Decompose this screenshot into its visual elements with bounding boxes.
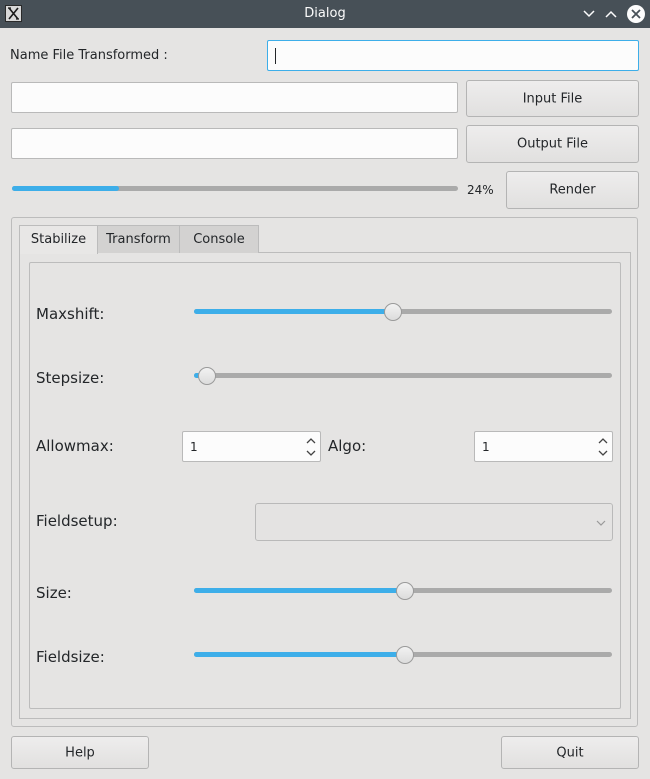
fieldsize-label: Fieldsize: xyxy=(36,648,105,666)
spin-arrows-icon[interactable] xyxy=(305,435,317,459)
input-file-button-label: Input File xyxy=(522,91,583,106)
tab-stabilize[interactable]: Stabilize xyxy=(19,225,98,254)
allowmax-label: Allowmax: xyxy=(36,437,114,455)
help-button-label: Help xyxy=(65,745,95,760)
fieldsize-slider-handle[interactable] xyxy=(396,646,414,664)
input-file-path[interactable] xyxy=(11,82,458,113)
minimize-icon[interactable] xyxy=(581,6,597,22)
maxshift-slider[interactable] xyxy=(194,309,612,314)
tab-stabilize-label: Stabilize xyxy=(30,232,87,247)
stepsize-slider[interactable] xyxy=(194,373,612,378)
size-slider-handle[interactable] xyxy=(396,582,414,600)
help-button[interactable]: Help xyxy=(11,736,149,769)
fieldsetup-combobox[interactable] xyxy=(255,503,613,541)
stepsize-slider-handle[interactable] xyxy=(198,367,216,385)
tab-console[interactable]: Console xyxy=(179,225,259,253)
render-button[interactable]: Render xyxy=(506,171,639,209)
allowmax-value: 1 xyxy=(190,440,198,454)
name-file-label: Name File Transformed : xyxy=(10,48,168,63)
output-file-button[interactable]: Output File xyxy=(466,125,639,163)
spin-arrows-icon[interactable] xyxy=(597,435,609,459)
tab-transform[interactable]: Transform xyxy=(97,225,180,253)
input-file-button[interactable]: Input File xyxy=(466,80,639,117)
maximize-icon[interactable] xyxy=(603,6,619,22)
window-title: Dialog xyxy=(304,6,346,21)
progress-bar xyxy=(12,186,458,191)
tab-console-label: Console xyxy=(193,232,245,247)
progress-fill xyxy=(12,186,120,191)
maxshift-label: Maxshift: xyxy=(36,305,105,323)
output-file-path[interactable] xyxy=(11,128,458,159)
name-file-input[interactable] xyxy=(267,40,639,71)
size-slider-fill xyxy=(194,588,405,593)
close-icon[interactable] xyxy=(627,5,645,23)
chevron-down-icon xyxy=(596,517,606,532)
render-button-label: Render xyxy=(549,182,596,198)
title-bar: Dialog xyxy=(0,0,650,28)
stepsize-label: Stepsize: xyxy=(36,369,105,387)
quit-button-label: Quit xyxy=(556,745,584,760)
size-label: Size: xyxy=(36,584,72,602)
text-caret xyxy=(275,48,276,64)
tab-transform-label: Transform xyxy=(106,232,171,247)
quit-button[interactable]: Quit xyxy=(501,736,639,769)
allowmax-spinbox[interactable]: 1 xyxy=(182,431,321,462)
progress-text: 24% xyxy=(467,183,494,197)
fieldsetup-label: Fieldsetup: xyxy=(36,512,118,530)
algo-label: Algo: xyxy=(328,437,367,455)
fieldsize-slider-fill xyxy=(194,652,405,657)
output-file-button-label: Output File xyxy=(516,136,589,152)
algo-spinbox[interactable]: 1 xyxy=(474,431,613,462)
algo-value: 1 xyxy=(482,440,490,454)
maxshift-slider-fill xyxy=(194,309,394,314)
stabilize-frame xyxy=(29,262,621,709)
maxshift-slider-handle[interactable] xyxy=(384,303,403,321)
